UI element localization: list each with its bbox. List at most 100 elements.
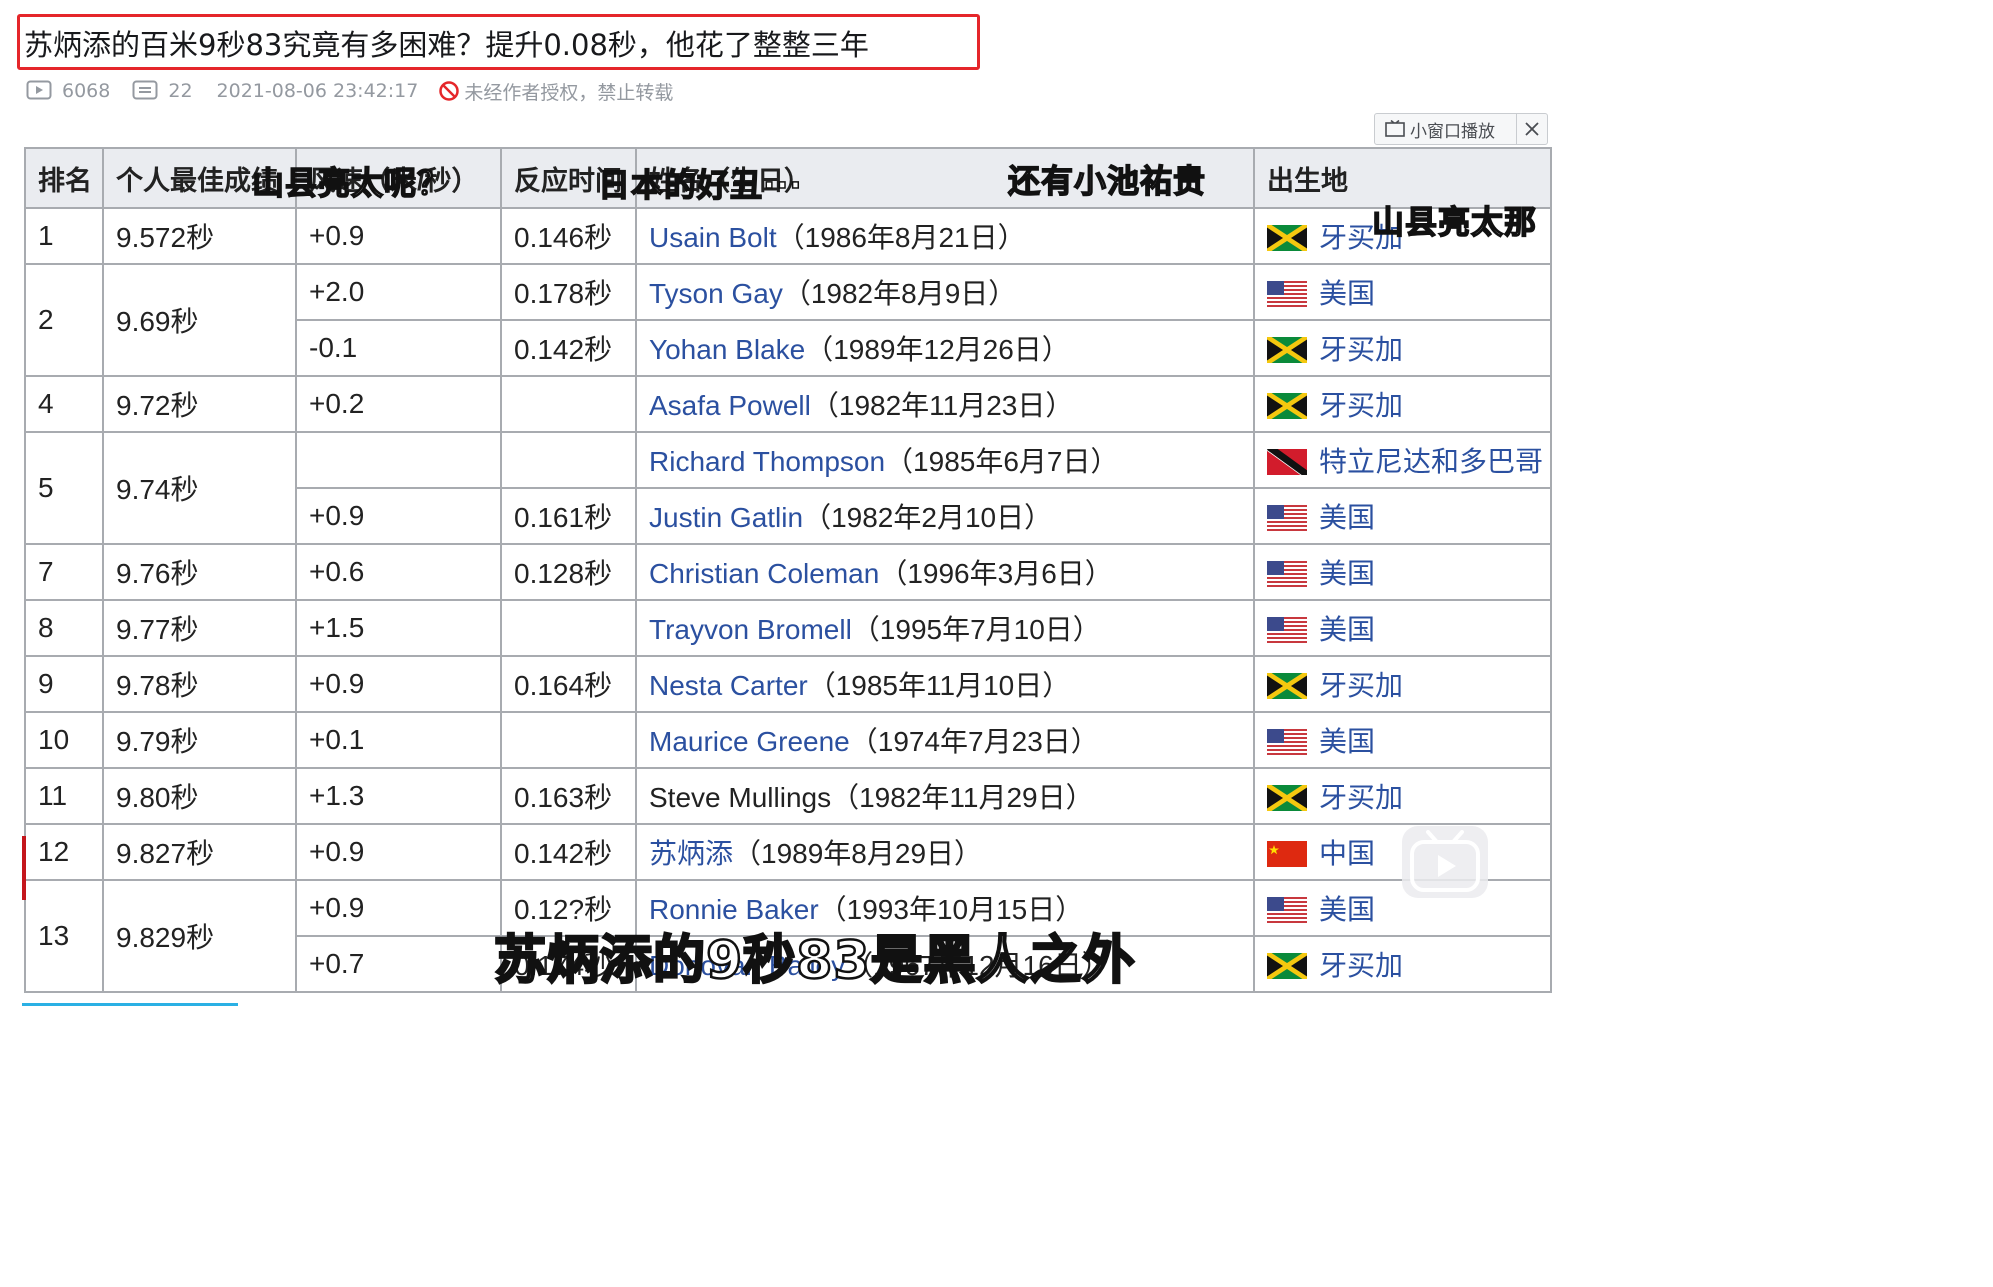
runner-name-link[interactable]: Richard Thompson: [649, 446, 885, 477]
cell-rank: 4: [24, 375, 104, 433]
country-link[interactable]: 美国: [1319, 726, 1375, 757]
cell-best-time: 9.69秒: [102, 263, 297, 377]
cell-rank: 2: [24, 263, 104, 377]
country-link[interactable]: 美国: [1319, 278, 1375, 309]
jamaica-flag-icon: [1267, 390, 1319, 421]
comment-count: 22: [168, 80, 193, 102]
country-link[interactable]: 美国: [1319, 558, 1375, 589]
runner-name-link: Steve Mullings: [649, 782, 832, 813]
cell-best-time: 9.77秒: [102, 599, 297, 657]
cell-reaction: 0.146秒: [500, 207, 637, 265]
runner-birthdate: （1986年8月21日）: [776, 222, 1026, 253]
runner-name-link[interactable]: Justin Gatlin: [649, 502, 803, 533]
table-row: 5 9.74秒 Richard Thompson（1985年6月7日） 特立尼达和多巴…: [24, 431, 1552, 545]
cell-wind: +0.6: [295, 543, 502, 601]
usa-flag-icon: [1267, 614, 1319, 645]
video-meta: 6068 22 2021-08-06 23:42:17 未经作者授权，禁止转载: [26, 78, 673, 104]
cell-best-time: 9.827秒: [102, 823, 297, 881]
cell-reaction: 0.142秒: [500, 319, 637, 377]
table-row: 9 9.78秒 +0.9 0.164秒 Nesta Carter（1985年11月10日…: [24, 655, 1552, 713]
cell-rank: 10: [24, 711, 104, 769]
cell-name: Maurice Greene（1974年7月23日）: [635, 711, 1255, 769]
cell-rank: 1: [24, 207, 104, 265]
usa-flag-icon: [1267, 502, 1319, 533]
video-subtitle: 苏炳添的9秒83是黑人之外: [493, 930, 1136, 993]
jamaica-flag-icon: [1267, 950, 1319, 981]
mini-window-close-button[interactable]: [1516, 113, 1548, 145]
cell-origin: 美国: [1253, 543, 1552, 601]
ranking-table: 排名 个人最佳成绩 风速（米/秒） 反应时间 姓名（生日） 出生地 1 9.572…: [24, 147, 1552, 993]
country-link[interactable]: 中国: [1319, 838, 1375, 869]
country-link[interactable]: 美国: [1319, 614, 1375, 645]
table-row: 11 9.80秒 +1.3 0.163秒 Steve Mullings（1982年11月…: [24, 767, 1552, 825]
table-row-highlighted: 12 9.827秒 +0.9 0.142秒 苏炳添（1989年8月29日） 中国: [24, 823, 1552, 881]
country-link[interactable]: 美国: [1319, 502, 1375, 533]
publish-datetime: 2021-08-06 23:42:17: [216, 80, 419, 102]
copyright-notice: 未经作者授权，禁止转载: [464, 81, 674, 104]
cell-reaction: 0.178秒: [500, 263, 637, 321]
country-link[interactable]: 牙买加: [1319, 334, 1403, 365]
cell-name: Steve Mullings（1982年11月29日）: [635, 767, 1255, 825]
runner-name-link[interactable]: Yohan Blake: [649, 334, 805, 365]
cell-name: Christian Coleman（1996年3月6日）: [635, 543, 1255, 601]
runner-name-link[interactable]: Nesta Carter: [649, 670, 808, 701]
runner-birthdate: （1995年7月10日）: [851, 614, 1101, 645]
country-link[interactable]: 牙买加: [1319, 670, 1403, 701]
china-flag-icon: [1267, 838, 1319, 869]
usa-flag-icon: [1267, 278, 1319, 309]
runner-name-link[interactable]: Trayvon Bromell: [649, 614, 852, 645]
table-row: 7 9.76秒 +0.6 0.128秒 Christian Coleman（1996年3…: [24, 543, 1552, 601]
cell-name: Justin Gatlin（1982年2月10日）: [635, 487, 1255, 545]
cell-wind: -0.1: [295, 319, 502, 377]
cell-origin: 牙买加: [1253, 375, 1552, 433]
country-link[interactable]: 牙买加: [1319, 390, 1403, 421]
cell-wind: +0.9: [295, 823, 502, 881]
runner-birthdate: （1982年11月29日）: [831, 782, 1094, 813]
country-link[interactable]: 牙买加: [1319, 950, 1403, 981]
table-row: 10 9.79秒 +0.1 Maurice Greene（1974年7月23日） 美国: [24, 711, 1552, 769]
runner-birthdate: （1989年12月26日）: [805, 334, 1070, 365]
header-rank: 排名: [24, 147, 104, 209]
country-link[interactable]: 牙买加: [1319, 782, 1403, 813]
cell-reaction: 0.164秒: [500, 655, 637, 713]
cell-wind: +0.2: [295, 375, 502, 433]
cell-name: 苏炳添（1989年8月29日）: [635, 823, 1255, 881]
runner-name-link[interactable]: Tyson Gay: [649, 278, 783, 309]
table-row: 2 9.69秒 +2.0 0.178秒 Tyson Gay（1982年8月9日） 美国: [24, 263, 1552, 377]
country-link[interactable]: 特立尼达和多巴哥: [1319, 446, 1543, 477]
cell-wind: +0.9: [295, 879, 502, 937]
cell-name: Nesta Carter（1985年11月10日）: [635, 655, 1255, 713]
video-progress-bar[interactable]: [22, 1003, 238, 1006]
cell-wind: +0.9: [295, 655, 502, 713]
cell-rank: 7: [24, 543, 104, 601]
cell-reaction: 0.128秒: [500, 543, 637, 601]
cell-reaction: 0.163秒: [500, 767, 637, 825]
mini-window-button[interactable]: 小窗口播放: [1374, 113, 1517, 145]
cell-rank: 11: [24, 767, 104, 825]
runner-name-link[interactable]: Christian Coleman: [649, 558, 879, 589]
video-title: 苏炳添的百米9秒83究竟有多困难？提升0.08秒，他花了整整三年: [24, 28, 869, 62]
jamaica-flag-icon: [1267, 222, 1319, 253]
jamaica-flag-icon: [1267, 670, 1319, 701]
cell-origin: 美国: [1253, 487, 1552, 545]
cell-rank: 13: [24, 879, 104, 993]
runner-name-link[interactable]: 苏炳添: [649, 838, 733, 869]
danmaku-comment: 山县亮太呢？: [251, 163, 451, 203]
cell-wind: +0.7: [295, 935, 502, 993]
runner-name-link[interactable]: Asafa Powell: [649, 390, 811, 421]
runner-birthdate: （1982年8月9日）: [782, 278, 1017, 309]
country-link[interactable]: 美国: [1319, 894, 1375, 925]
comment-icon: [132, 80, 158, 102]
runner-name-link[interactable]: Maurice Greene: [649, 726, 850, 757]
bilibili-play-icon[interactable]: [1402, 826, 1488, 898]
cell-wind: +1.5: [295, 599, 502, 657]
mini-window-icon: [1385, 120, 1405, 137]
runner-birthdate: （1985年6月7日）: [885, 446, 1119, 477]
runner-name-link[interactable]: Usain Bolt: [649, 222, 777, 253]
view-count: 6068: [62, 80, 111, 102]
cell-best-time: 9.74秒: [102, 431, 297, 545]
cell-rank: 9: [24, 655, 104, 713]
danmaku-comment: 日本的好丑···: [597, 165, 803, 205]
trinidad-flag-icon: [1267, 446, 1319, 477]
cell-best-time: 9.78秒: [102, 655, 297, 713]
